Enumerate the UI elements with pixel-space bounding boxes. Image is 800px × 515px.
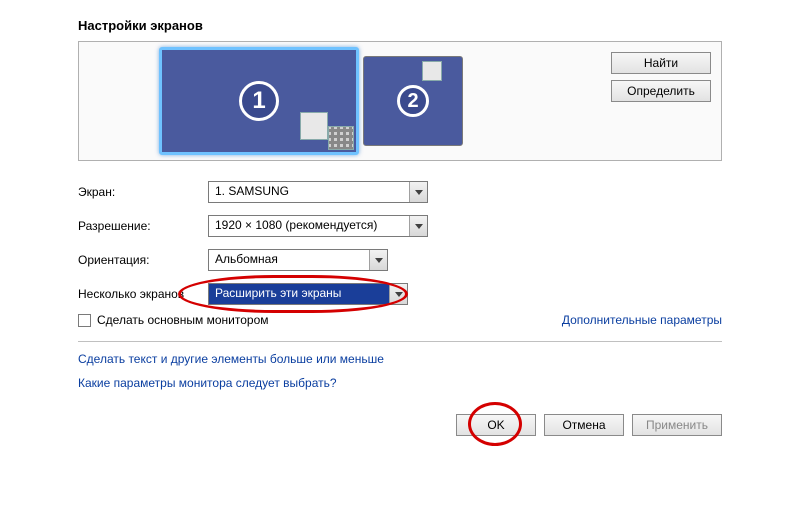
ok-button[interactable]: OK bbox=[456, 414, 536, 436]
display-preview[interactable]: 1 2 Найти Определить bbox=[78, 41, 722, 161]
multiscreen-label: Несколько экранов bbox=[78, 287, 208, 301]
resolution-select[interactable]: 1920 × 1080 (рекомендуется) bbox=[208, 215, 428, 237]
make-primary-checkbox[interactable] bbox=[78, 314, 91, 327]
chevron-down-icon[interactable] bbox=[389, 284, 407, 304]
divider bbox=[78, 341, 722, 342]
chevron-down-icon[interactable] bbox=[369, 250, 387, 270]
screen-select[interactable]: 1. SAMSUNG bbox=[208, 181, 428, 203]
make-primary-label: Сделать основным монитором bbox=[97, 313, 269, 327]
orientation-select[interactable]: Альбомная bbox=[208, 249, 388, 271]
dialog-title: Настройки экранов bbox=[78, 18, 722, 33]
advanced-settings-link[interactable]: Дополнительные параметры bbox=[562, 313, 722, 327]
help-link-which-settings[interactable]: Какие параметры монитора следует выбрать… bbox=[78, 376, 722, 390]
orientation-value: Альбомная bbox=[209, 250, 369, 270]
screen-value: 1. SAMSUNG bbox=[209, 182, 409, 202]
find-button[interactable]: Найти bbox=[611, 52, 711, 74]
monitor-2-windows-icon bbox=[420, 59, 460, 89]
chevron-down-icon[interactable] bbox=[409, 216, 427, 236]
monitor-1-windows-icon bbox=[298, 110, 354, 150]
screen-label: Экран: bbox=[78, 185, 208, 199]
chevron-down-icon[interactable] bbox=[409, 182, 427, 202]
monitor-2[interactable]: 2 bbox=[363, 56, 463, 146]
orientation-label: Ориентация: bbox=[78, 253, 208, 267]
monitor-number-1: 1 bbox=[239, 81, 279, 121]
monitor-number-2: 2 bbox=[397, 85, 429, 117]
help-link-text-size[interactable]: Сделать текст и другие элементы больше и… bbox=[78, 352, 722, 366]
identify-button[interactable]: Определить bbox=[611, 80, 711, 102]
multiscreen-select[interactable]: Расширить эти экраны bbox=[208, 283, 408, 305]
multiscreen-value: Расширить эти экраны bbox=[209, 284, 389, 304]
cancel-button[interactable]: Отмена bbox=[544, 414, 624, 436]
monitor-1[interactable]: 1 bbox=[159, 47, 359, 155]
resolution-value: 1920 × 1080 (рекомендуется) bbox=[209, 216, 409, 236]
apply-button[interactable]: Применить bbox=[632, 414, 722, 436]
resolution-label: Разрешение: bbox=[78, 219, 208, 233]
